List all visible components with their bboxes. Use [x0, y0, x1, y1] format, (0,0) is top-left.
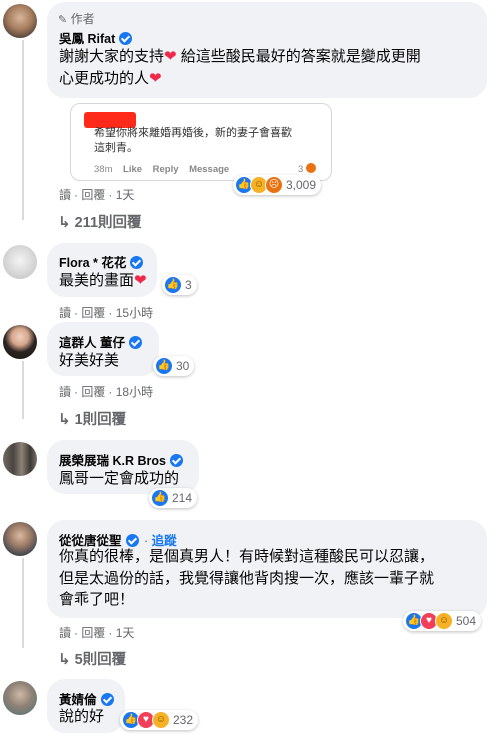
comment-actions: 讀 · 回覆 · 1天 — [59, 626, 135, 640]
avatar[interactable] — [3, 442, 37, 476]
author-badge: ✎ 作者 — [58, 12, 95, 26]
comment-text: 你真的很棒，是個真男人！有時候對這種酸民可以忍讓， 但是太過份的話，我覺得讓他背… — [59, 548, 435, 608]
avatar[interactable] — [3, 325, 37, 359]
reaction-summary[interactable]: 👍 30 — [153, 356, 195, 376]
verified-icon — [100, 693, 114, 706]
verified-icon — [169, 454, 183, 467]
like-icon: 👍 — [155, 357, 173, 375]
view-replies[interactable]: ↳ 5則回覆 — [58, 648, 126, 669]
comment-actions: 讀 · 回覆 · 15小時 — [59, 306, 154, 320]
verified-icon — [128, 336, 142, 349]
avatar[interactable] — [3, 245, 37, 279]
thread-line — [22, 361, 24, 419]
quoted-meta: 38m Like Reply Message — [94, 164, 230, 175]
comment-actions: 讀 · 回覆 · 1天 — [59, 188, 135, 202]
reply-link[interactable]: 回覆 — [81, 385, 105, 399]
read-link[interactable]: 讀 — [59, 626, 71, 640]
timestamp[interactable]: 1天 — [116, 188, 135, 202]
thread-line — [22, 558, 24, 648]
angry-icon: ☹ — [265, 176, 283, 194]
comment-text: 說的好 — [59, 708, 105, 725]
quoted-react: 3 — [298, 163, 316, 175]
heart-icon: ❤ — [164, 48, 177, 65]
reply-arrow-icon: ↳ — [58, 651, 71, 668]
comment-text: 最美的畫面❤ — [59, 272, 147, 289]
read-link[interactable]: 讀 — [59, 188, 71, 202]
pencil-icon: ✎ — [58, 14, 68, 26]
view-replies[interactable]: ↳ 1則回覆 — [58, 408, 126, 429]
reply-link[interactable]: 回覆 — [81, 188, 105, 202]
angry-icon — [305, 163, 316, 173]
comment-author[interactable]: Flora * 花花 — [59, 252, 144, 271]
reaction-count: 214 — [172, 491, 193, 505]
reply-link[interactable]: 回覆 — [81, 306, 105, 320]
quoted-text: 希望你將來離婚再婚後，新的妻子會喜歡 這刺青。 — [94, 127, 292, 154]
care-icon: ☺ — [152, 711, 170, 729]
comment-text: 謝謝大家的支持❤ 給這些酸民最好的答案就是變成更開 心更成功的人❤ — [59, 48, 421, 87]
comment-author[interactable]: 這群人 董仔 — [59, 332, 142, 351]
timestamp[interactable]: 18小時 — [116, 385, 153, 399]
comment-actions: 讀 · 回覆 · 18小時 — [59, 385, 154, 399]
reaction-summary[interactable]: 👍 ♥ ☺ 232 — [120, 710, 199, 730]
reply-arrow-icon: ↳ — [58, 214, 71, 231]
read-link[interactable]: 讀 — [59, 306, 71, 320]
timestamp[interactable]: 15小時 — [116, 306, 153, 320]
reaction-summary[interactable]: 👍 ♥ ☺ 504 — [403, 611, 482, 631]
reaction-count: 3 — [185, 278, 192, 292]
comment-text: 鳳哥一定會成功的 — [59, 470, 180, 487]
read-link[interactable]: 讀 — [59, 385, 71, 399]
care-icon: ☺ — [435, 612, 453, 630]
reaction-count: 3,009 — [286, 178, 317, 192]
avatar[interactable] — [3, 4, 37, 38]
comment-author[interactable]: 展榮展瑞 K.R Bros — [59, 450, 183, 469]
avatar[interactable] — [3, 522, 37, 556]
heart-icon: ❤ — [149, 70, 162, 87]
reaction-count: 30 — [176, 359, 190, 373]
timestamp[interactable]: 1天 — [116, 626, 135, 640]
verified-icon — [130, 256, 144, 269]
thread-line — [22, 40, 24, 220]
avatar[interactable] — [3, 681, 37, 715]
reaction-summary[interactable]: 👍 3 — [162, 275, 197, 295]
reaction-count: 504 — [456, 614, 477, 628]
reaction-summary[interactable]: 👍 214 — [149, 488, 198, 508]
view-replies[interactable]: ↳ 211則回覆 — [58, 211, 142, 232]
heart-icon: ❤ — [134, 272, 147, 289]
like-icon: 👍 — [151, 489, 169, 507]
like-icon: 👍 — [164, 276, 182, 294]
comment-author[interactable]: 吳鳳 Rifat — [59, 28, 133, 47]
reaction-count: 232 — [173, 713, 194, 727]
reply-link[interactable]: 回覆 — [81, 626, 105, 640]
verified-icon — [119, 32, 133, 45]
comment-text: 好美好美 — [59, 352, 120, 369]
reply-arrow-icon: ↳ — [58, 411, 71, 428]
reaction-summary[interactable]: 👍 ☺ ☹ 3,009 — [233, 175, 322, 195]
